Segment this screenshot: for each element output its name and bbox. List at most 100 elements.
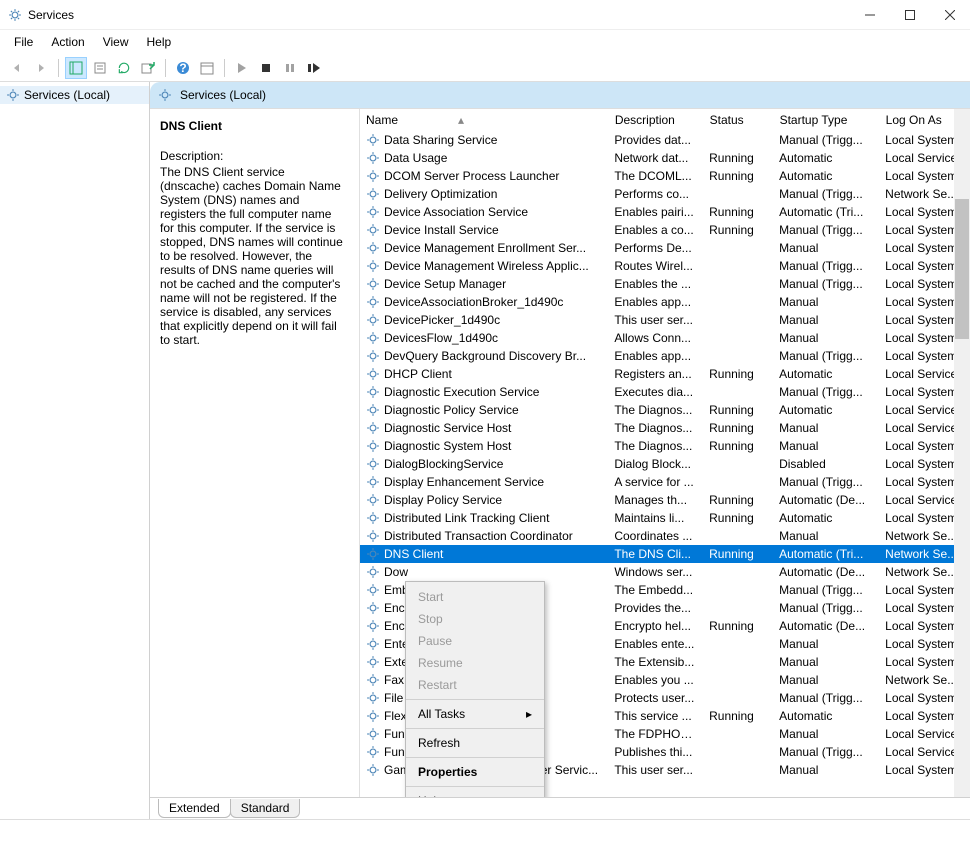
tree-root-item[interactable]: Services (Local) xyxy=(0,86,149,104)
table-row[interactable]: Device Management Enrollment Ser...Perfo… xyxy=(360,239,970,257)
table-row[interactable]: DialogBlockingServiceDialog Block...Disa… xyxy=(360,455,970,473)
table-row[interactable]: Diagnostic System HostThe Diagnos...Runn… xyxy=(360,437,970,455)
menu-file[interactable]: File xyxy=(6,33,41,51)
service-name: DNS Client xyxy=(384,547,443,561)
table-row[interactable]: Device Setup ManagerEnables the ...Manua… xyxy=(360,275,970,293)
service-name: Diagnostic Policy Service xyxy=(384,403,519,417)
description-text: The DNS Client service (dnscache) caches… xyxy=(160,165,347,347)
service-description: Enables a co... xyxy=(608,221,703,239)
back-button[interactable] xyxy=(6,57,28,79)
table-row[interactable]: DHCP ClientRegisters an...RunningAutomat… xyxy=(360,365,970,383)
service-description: Enables ente... xyxy=(608,635,703,653)
properties-toolbar-button[interactable] xyxy=(89,57,111,79)
pause-service-button[interactable] xyxy=(279,57,301,79)
service-description: This user ser... xyxy=(608,761,703,779)
restart-service-button[interactable] xyxy=(303,57,325,79)
service-icon xyxy=(366,295,380,309)
table-row[interactable]: Display Policy ServiceManages th...Runni… xyxy=(360,491,970,509)
close-button[interactable] xyxy=(930,0,970,30)
refresh-toolbar-button[interactable] xyxy=(113,57,135,79)
start-service-button[interactable] xyxy=(231,57,253,79)
ctx-refresh[interactable]: Refresh xyxy=(406,732,544,754)
tab-standard[interactable]: Standard xyxy=(230,799,301,818)
service-name: Device Management Wireless Applic... xyxy=(384,259,589,273)
table-row[interactable]: Diagnostic Execution ServiceExecutes dia… xyxy=(360,383,970,401)
menu-view[interactable]: View xyxy=(95,33,137,51)
service-description: Registers an... xyxy=(608,365,703,383)
service-status: Running xyxy=(703,203,773,221)
minimize-button[interactable] xyxy=(850,0,890,30)
service-list[interactable]: Name▴ Description Status Startup Type Lo… xyxy=(360,109,970,797)
menu-help[interactable]: Help xyxy=(139,33,180,51)
service-icon xyxy=(366,367,380,381)
service-icon xyxy=(366,259,380,273)
table-row[interactable]: DevicePicker_1d490cThis user ser...Manua… xyxy=(360,311,970,329)
service-icon xyxy=(366,691,380,705)
forward-button[interactable] xyxy=(30,57,52,79)
service-status xyxy=(703,293,773,311)
ctx-help[interactable]: Help xyxy=(406,790,544,797)
help-toolbar-button[interactable]: ? xyxy=(172,57,194,79)
ctx-properties[interactable]: Properties xyxy=(406,761,544,783)
table-row[interactable]: Device Management Wireless Applic...Rout… xyxy=(360,257,970,275)
table-row[interactable]: Distributed Link Tracking ClientMaintain… xyxy=(360,509,970,527)
col-description[interactable]: Description xyxy=(608,109,703,131)
export-toolbar-button[interactable] xyxy=(137,57,159,79)
service-icon xyxy=(366,421,380,435)
show-hide-tree-button[interactable] xyxy=(65,57,87,79)
scrollbar[interactable] xyxy=(954,109,970,797)
table-row[interactable]: DCOM Server Process LauncherThe DCOML...… xyxy=(360,167,970,185)
table-row[interactable]: Device Install ServiceEnables a co...Run… xyxy=(360,221,970,239)
table-row[interactable]: Data UsageNetwork dat...RunningAutomatic… xyxy=(360,149,970,167)
service-status xyxy=(703,635,773,653)
calendar-toolbar-button[interactable] xyxy=(196,57,218,79)
service-startup: Manual (Trigg... xyxy=(773,131,879,149)
col-status[interactable]: Status xyxy=(703,109,773,131)
service-status: Running xyxy=(703,437,773,455)
service-icon xyxy=(366,637,380,651)
col-name[interactable]: Name▴ xyxy=(360,109,608,131)
table-row[interactable]: Display Enhancement ServiceA service for… xyxy=(360,473,970,491)
service-startup: Disabled xyxy=(773,455,879,473)
table-row[interactable]: DevQuery Background Discovery Br...Enabl… xyxy=(360,347,970,365)
tab-extended[interactable]: Extended xyxy=(158,799,231,818)
stop-service-button[interactable] xyxy=(255,57,277,79)
service-status: Running xyxy=(703,617,773,635)
service-icon xyxy=(366,223,380,237)
maximize-button[interactable] xyxy=(890,0,930,30)
service-description: Performs De... xyxy=(608,239,703,257)
table-row[interactable]: Data Sharing ServiceProvides dat...Manua… xyxy=(360,131,970,149)
service-status: Running xyxy=(703,491,773,509)
service-startup: Manual (Trigg... xyxy=(773,743,879,761)
service-icon xyxy=(366,511,380,525)
service-name: Data Sharing Service xyxy=(384,133,497,147)
service-name: Distributed Transaction Coordinator xyxy=(384,529,573,543)
service-status: Running xyxy=(703,365,773,383)
tree-pane: Services (Local) xyxy=(0,82,150,819)
service-name: Device Association Service xyxy=(384,205,528,219)
table-row[interactable]: DevicesFlow_1d490cAllows Conn...ManualLo… xyxy=(360,329,970,347)
service-icon xyxy=(366,313,380,327)
service-name: Device Setup Manager xyxy=(384,277,506,291)
table-row[interactable]: Delivery OptimizationPerforms co...Manua… xyxy=(360,185,970,203)
window-title: Services xyxy=(28,8,850,22)
service-icon xyxy=(366,457,380,471)
service-status xyxy=(703,275,773,293)
table-row[interactable]: Device Association ServiceEnables pairi.… xyxy=(360,203,970,221)
service-status xyxy=(703,239,773,257)
table-row[interactable]: Distributed Transaction CoordinatorCoord… xyxy=(360,527,970,545)
col-startup[interactable]: Startup Type xyxy=(773,109,879,131)
service-icon xyxy=(366,169,380,183)
service-status xyxy=(703,131,773,149)
gear-icon xyxy=(6,88,20,102)
service-startup: Manual xyxy=(773,653,879,671)
scrollbar-thumb[interactable] xyxy=(955,199,969,339)
ctx-all-tasks[interactable]: All Tasks▸ xyxy=(406,703,544,725)
menu-action[interactable]: Action xyxy=(43,33,92,51)
service-status xyxy=(703,185,773,203)
table-row[interactable]: Diagnostic Service HostThe Diagnos...Run… xyxy=(360,419,970,437)
table-row[interactable]: DeviceAssociationBroker_1d490cEnables ap… xyxy=(360,293,970,311)
table-row[interactable]: Diagnostic Policy ServiceThe Diagnos...R… xyxy=(360,401,970,419)
table-row[interactable]: DowWindows ser...Automatic (De...Network… xyxy=(360,563,970,581)
table-row[interactable]: DNS ClientThe DNS Cli...RunningAutomatic… xyxy=(360,545,970,563)
